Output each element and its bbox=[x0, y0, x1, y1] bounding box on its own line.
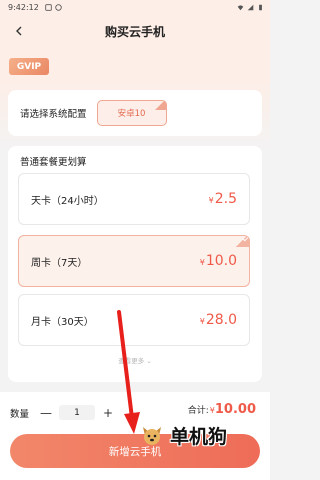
increment-button[interactable]: + bbox=[101, 406, 115, 420]
plan-name: 天卡（24小时） bbox=[31, 195, 104, 207]
config-label: 请选择系统配置 bbox=[20, 109, 87, 120]
plans-title: 普通套餐更划算 bbox=[20, 157, 87, 168]
selected-corner-icon bbox=[154, 100, 167, 110]
status-bar: 9:42:12 bbox=[0, 0, 270, 14]
total-label: 合计: bbox=[187, 406, 209, 416]
plan-week[interactable]: 周卡（7天） ¥ 10.0 bbox=[18, 235, 250, 287]
plan-name: 周卡（7天） bbox=[31, 257, 88, 269]
plan-day[interactable]: 天卡（24小时） ¥ 2.5 bbox=[18, 173, 250, 225]
view-more-link[interactable]: 查看更多 ⌄ bbox=[8, 355, 262, 365]
add-cloud-phone-button[interactable]: 新增云手机 bbox=[10, 434, 260, 468]
gvip-badge: GVIP bbox=[9, 58, 49, 75]
plan-price: ¥ 2.5 bbox=[208, 191, 237, 207]
page-title: 购买云手机 bbox=[104, 24, 165, 39]
total-amount: 10.00 bbox=[214, 402, 256, 417]
quantity-stepper: 数量 — 1 + bbox=[10, 405, 115, 420]
battery-icon bbox=[259, 4, 262, 10]
plan-price: ¥ 10.0 bbox=[199, 253, 237, 269]
signal-icon bbox=[247, 4, 254, 10]
plans-card: 普通套餐更划算 天卡（24小时） ¥ 2.5 周卡（7天） ¥ 10.0 月卡（… bbox=[8, 146, 262, 382]
total-price: 合计: ¥ 10.00 bbox=[187, 402, 256, 417]
config-card: 请选择系统配置 安卓10 bbox=[8, 90, 262, 136]
wifi-icon bbox=[237, 4, 244, 10]
back-button[interactable] bbox=[10, 22, 28, 40]
alert-icon bbox=[55, 3, 62, 11]
quantity-value[interactable]: 1 bbox=[59, 405, 96, 420]
header: 购买云手机 bbox=[0, 18, 270, 44]
plan-price: ¥ 28.0 bbox=[199, 312, 237, 328]
config-option-label: 安卓10 bbox=[117, 109, 146, 119]
plan-name: 月卡（30天） bbox=[31, 316, 94, 328]
config-option-android10[interactable]: 安卓10 bbox=[96, 100, 167, 126]
status-time: 9:42:12 bbox=[8, 2, 39, 12]
decrement-button[interactable]: — bbox=[39, 406, 53, 420]
chevron-left-icon bbox=[16, 26, 22, 36]
check-icon bbox=[236, 235, 250, 247]
plan-month[interactable]: 月卡（30天） ¥ 28.0 bbox=[18, 294, 250, 346]
notification-icon bbox=[45, 3, 52, 11]
chevron-down-icon: ⌄ bbox=[146, 357, 152, 365]
quantity-label: 数量 bbox=[10, 408, 30, 420]
